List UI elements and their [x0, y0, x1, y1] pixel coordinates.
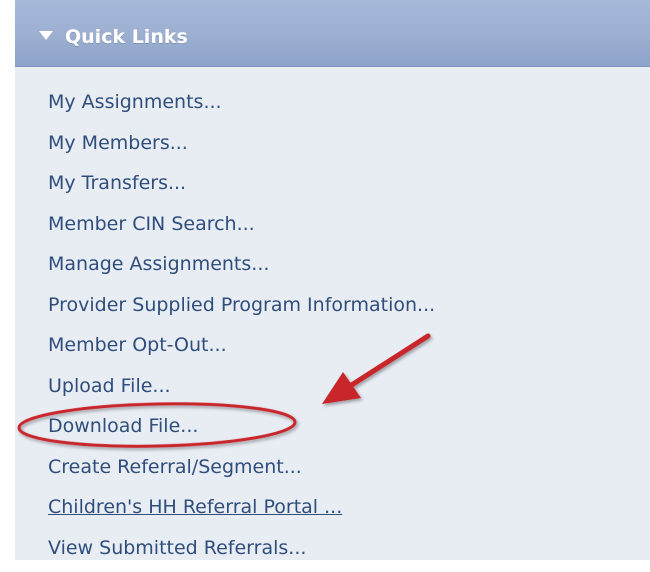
- quick-links-header[interactable]: Quick Links: [15, 0, 650, 67]
- link-my-transfers[interactable]: My Transfers...: [48, 167, 435, 208]
- link-my-assignments[interactable]: My Assignments...: [48, 86, 435, 127]
- quick-links-list: My Assignments... My Members... My Trans…: [48, 86, 435, 572]
- link-member-cin-search[interactable]: Member CIN Search...: [48, 208, 435, 249]
- link-provider-supplied-program-information[interactable]: Provider Supplied Program Information...: [48, 289, 435, 330]
- link-view-submitted-referrals[interactable]: View Submitted Referrals...: [48, 532, 435, 572]
- collapse-triangle-icon[interactable]: [39, 31, 53, 40]
- link-member-opt-out[interactable]: Member Opt-Out...: [48, 329, 435, 370]
- link-childrens-hh-referral-portal[interactable]: Children's HH Referral Portal ...: [48, 491, 435, 532]
- link-my-members[interactable]: My Members...: [48, 127, 435, 168]
- link-download-file[interactable]: Download File...: [48, 410, 435, 451]
- quick-links-title: Quick Links: [65, 25, 188, 49]
- link-upload-file[interactable]: Upload File...: [48, 370, 435, 411]
- link-create-referral-segment[interactable]: Create Referral/Segment...: [48, 451, 435, 492]
- link-manage-assignments[interactable]: Manage Assignments...: [48, 248, 435, 289]
